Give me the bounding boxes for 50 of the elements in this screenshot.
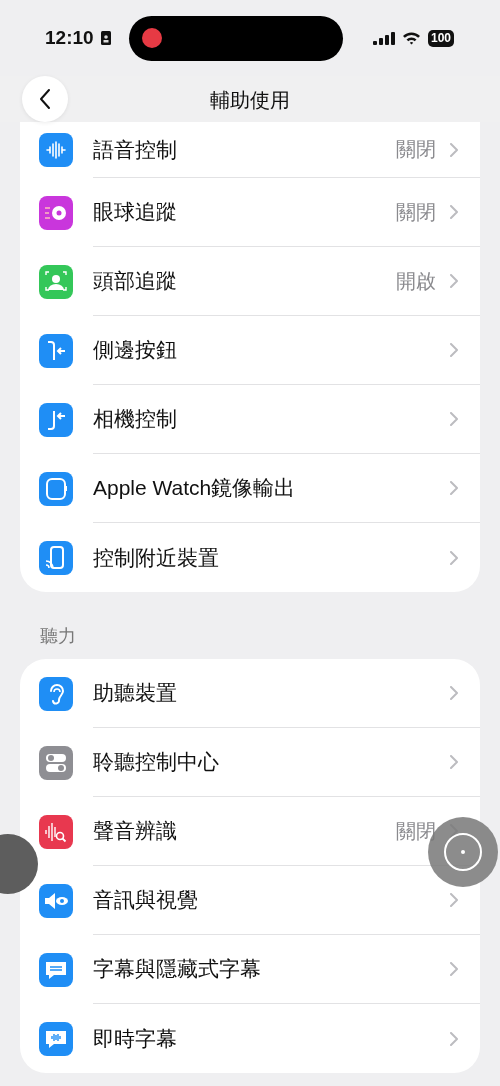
- chevron-icon: [450, 274, 458, 288]
- settings-row[interactable]: 頭部追蹤 開啟: [20, 247, 480, 316]
- row-label: 字幕與隱藏式字幕: [93, 956, 262, 982]
- page-title: 輔助使用: [210, 87, 290, 113]
- section-header: 聽力: [39, 625, 77, 647]
- chevron-icon: [450, 962, 458, 976]
- chevron-icon: [450, 755, 458, 769]
- battery-level: 100: [427, 29, 454, 47]
- row-label: 頭部追蹤: [93, 268, 178, 294]
- row-label: 音訊與視覺: [93, 887, 199, 913]
- id-card-icon: [100, 31, 111, 45]
- settings-row[interactable]: 側邊按鈕: [20, 316, 480, 385]
- recording-dot: [141, 28, 162, 48]
- row-label: 聆聽控制中心: [93, 749, 220, 775]
- settings-row[interactable]: 語音控制 關閉: [20, 122, 480, 178]
- settings-row[interactable]: 即時字幕: [20, 1004, 480, 1073]
- row-label: 控制附近裝置: [93, 544, 220, 571]
- chevron-icon: [450, 343, 458, 357]
- row-value: 關閉: [396, 199, 436, 225]
- chevron-icon: [450, 412, 458, 426]
- chevron-icon: [450, 205, 458, 219]
- settings-row[interactable]: Apple Watch鏡像輸出: [20, 454, 480, 523]
- settings-row[interactable]: 聆聽控制中心: [20, 728, 480, 797]
- status-time: 12:10: [45, 27, 94, 49]
- settings-row[interactable]: 助聽裝置: [20, 659, 480, 728]
- row-label: 相機控制: [93, 406, 178, 432]
- row-label: 眼球追蹤: [93, 199, 178, 225]
- chevron-icon: [450, 550, 458, 565]
- row-label: 語音控制: [93, 136, 178, 163]
- signal-icon: [372, 31, 395, 45]
- back-button[interactable]: [22, 76, 68, 122]
- chevron-icon: [450, 142, 458, 157]
- row-label: 助聽裝置: [93, 680, 178, 706]
- chevron-icon: [450, 481, 458, 495]
- row-label: 即時字幕: [93, 1025, 178, 1052]
- row-label: 聲音辨識: [93, 818, 178, 844]
- chevron-icon: [450, 1031, 458, 1046]
- chevron-icon: [450, 686, 458, 700]
- row-label: Apple Watch鏡像輸出: [93, 475, 297, 501]
- chevron-icon: [450, 893, 458, 907]
- row-value: 開啟: [396, 268, 436, 294]
- row-value: 關閉: [396, 137, 436, 162]
- settings-row[interactable]: 字幕與隱藏式字幕: [20, 935, 480, 1004]
- back-icon: [39, 88, 51, 110]
- settings-row[interactable]: 控制附近裝置: [20, 523, 480, 592]
- row-label: 側邊按鈕: [93, 337, 178, 363]
- wifi-icon: [401, 31, 421, 45]
- settings-row[interactable]: 眼球追蹤 關閉: [20, 178, 480, 247]
- row-value: 關閉: [396, 818, 436, 844]
- settings-row[interactable]: 相機控制: [20, 385, 480, 454]
